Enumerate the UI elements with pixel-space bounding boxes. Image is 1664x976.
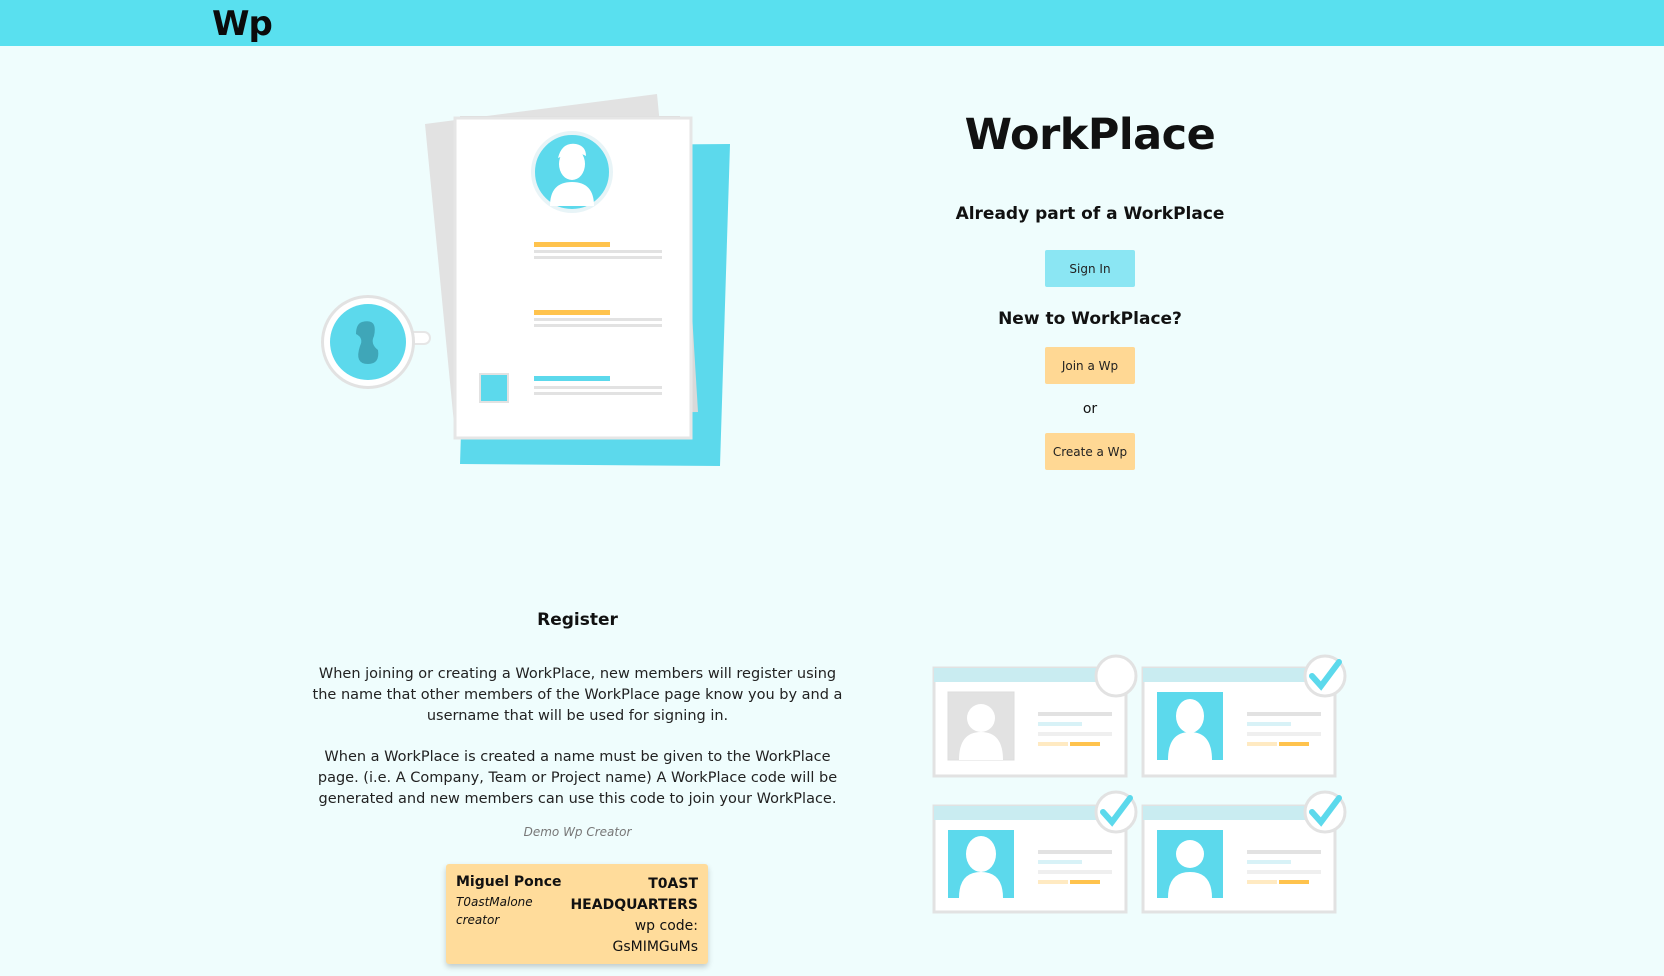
register-heading: Register [537, 610, 618, 630]
join-wp-button[interactable]: Join a Wp [1045, 347, 1135, 384]
card-org-info: T0AST HEADQUARTERS wp code: GsMIMGuMs [558, 874, 698, 958]
profile-cards-illustration [932, 654, 1347, 914]
signin-prompt: Already part of a WorkPlace [955, 204, 1225, 224]
or-separator: or [1082, 401, 1098, 417]
register-paragraph-1: When joining or creating a WorkPlace, ne… [312, 666, 843, 724]
card-role: creator [456, 913, 500, 927]
create-wp-button[interactable]: Create a Wp [1045, 433, 1135, 470]
logo[interactable]: Wp [212, 4, 273, 44]
card-code-label: wp code: [634, 918, 698, 934]
card-org: T0AST HEADQUARTERS [570, 876, 698, 913]
card-username: T0astMalone [456, 895, 533, 909]
sign-in-button[interactable]: Sign In [1045, 250, 1135, 287]
card-name: Miguel Ponce [456, 874, 562, 890]
register-section: Register When joining or creating a Work… [310, 610, 845, 964]
demo-creator-card: Miguel Ponce T0astMalone creator T0AST H… [446, 864, 708, 964]
card-code: GsMIMGuMs [612, 939, 698, 955]
new-user-prompt: New to WorkPlace? [998, 309, 1182, 329]
resume-illustration [321, 94, 730, 466]
top-nav-bar: Wp [0, 0, 1664, 46]
register-paragraph-2: When a WorkPlace is created a name must … [317, 749, 838, 807]
welcome-panel: WorkPlace Already part of a WorkPlace Si… [900, 90, 1280, 470]
page-title: WorkPlace [964, 110, 1216, 160]
coffee-cup-icon [321, 295, 431, 389]
demo-label: Demo Wp Creator [523, 825, 632, 839]
